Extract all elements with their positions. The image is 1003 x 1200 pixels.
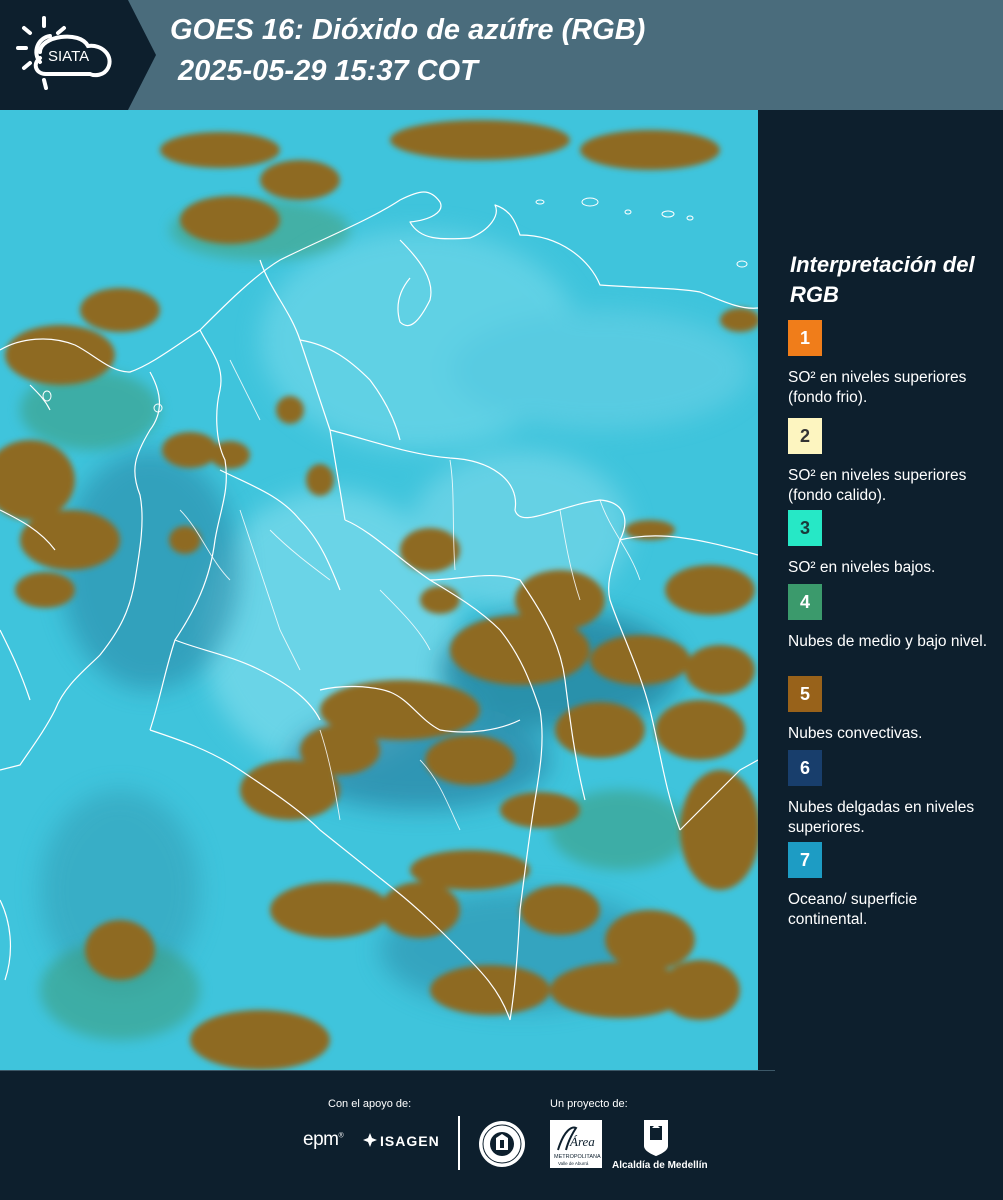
legend-item-4: 4 Nubes de medio y bajo nivel.: [788, 584, 998, 652]
legend-item-5: 5 Nubes convectivas.: [788, 676, 998, 744]
svg-text:Área: Área: [569, 1134, 595, 1149]
alcaldia-label: Alcaldía de Medellín: [612, 1160, 708, 1171]
legend-swatch-5: 5: [788, 676, 822, 712]
svg-text:Valle de Aburrá: Valle de Aburrá: [558, 1161, 589, 1166]
legend-number-1: 1: [799, 327, 810, 348]
legend-number-5: 5: [799, 683, 810, 704]
isagen-logo[interactable]: ISAGEN: [362, 1132, 440, 1149]
legend-number-2: 2: [799, 425, 810, 446]
legend-swatch-6: 6: [788, 750, 822, 786]
footer-divider: [0, 1070, 775, 1071]
epm-logo[interactable]: epm®: [303, 1129, 344, 1151]
legend-label-1: SO² en niveles superiores (fondo frio).: [788, 369, 967, 406]
isagen-text: ISAGEN: [380, 1133, 440, 1149]
legend-number-6: 6: [799, 757, 810, 778]
page-title: GOES 16: Dióxido de azúfre (RGB): [170, 14, 646, 46]
legend-swatch-2: 2: [788, 418, 822, 454]
legend-swatch-4: 4: [788, 584, 822, 620]
legend-label-6: Nubes delgadas en niveles superiores.: [788, 799, 975, 836]
legend-swatch-7: 7: [788, 842, 822, 878]
legend-number-3: 3: [799, 517, 810, 538]
legend-label-3: SO² en niveles bajos.: [788, 559, 936, 576]
alcaldia-shield-icon[interactable]: [612, 1118, 700, 1158]
legend-item-1: 1 SO² en niveles superiores (fondo frio)…: [788, 320, 998, 408]
logo-divider: [458, 1116, 460, 1170]
svg-text:METROPOLITANA: METROPOLITANA: [554, 1154, 601, 1160]
timestamp-title: 2025-05-29 15:37 COT: [178, 55, 478, 87]
epm-text: epm: [303, 1129, 339, 1150]
satellite-image: [0, 110, 758, 1070]
legend-title: Interpretación del RGB: [790, 252, 975, 307]
footer: Con el apoyo de: Un proyecto de: epm® IS…: [0, 1070, 1003, 1200]
legend-item-2: 2 SO² en niveles superiores (fondo calid…: [788, 418, 998, 506]
legend-label-5: Nubes convectivas.: [788, 725, 923, 742]
legend-panel: Interpretación del RGB 1 SO² en niveles …: [758, 110, 1003, 1070]
header-bar: SIATA GOES 16: Dióxido de azúfre (RGB) 2…: [0, 0, 1003, 110]
legend-number-4: 4: [799, 591, 810, 612]
legend-label-4: Nubes de medio y bajo nivel.: [788, 633, 988, 650]
support-label: Con el apoyo de:: [328, 1098, 412, 1110]
area-metropolitana-logo[interactable]: Área METROPOLITANA Valle de Aburrá: [550, 1120, 602, 1168]
legend-label-7: Oceano/ superficie continental.: [788, 891, 918, 928]
svg-text:SIATA: SIATA: [48, 48, 89, 65]
medellin-seal-icon[interactable]: [478, 1120, 526, 1168]
legend-label-2: SO² en niveles superiores (fondo calido)…: [788, 467, 967, 504]
legend-swatch-1: 1: [788, 320, 822, 356]
legend-swatch-3: 3: [788, 510, 822, 546]
legend-item-3: 3 SO² en niveles bajos.: [788, 510, 998, 578]
legend-number-7: 7: [799, 849, 810, 870]
siata-logo[interactable]: SIATA: [0, 0, 128, 110]
legend-item-6: 6 Nubes delgadas en niveles superiores.: [788, 750, 998, 838]
legend-item-7: 7 Oceano/ superficie continental.: [788, 842, 998, 930]
project-label: Un proyecto de:: [550, 1098, 628, 1110]
sun-cloud-icon: SIATA: [16, 16, 112, 90]
logo-chevron: [128, 0, 156, 110]
isagen-icon: [363, 1133, 377, 1147]
